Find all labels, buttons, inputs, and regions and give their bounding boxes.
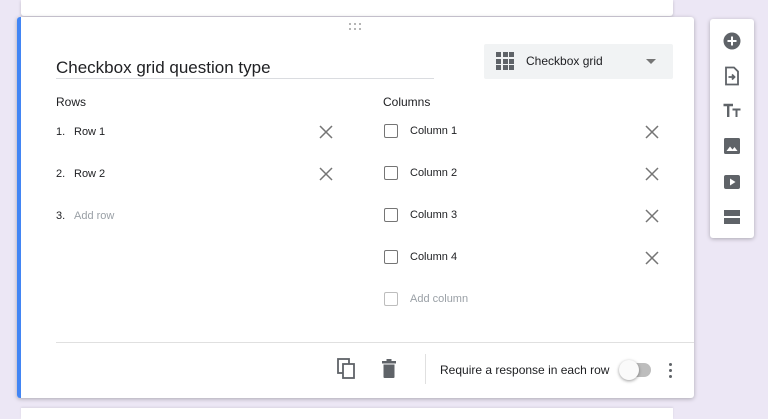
require-response-label: Require a response in each row <box>440 363 610 377</box>
checkbox-icon <box>384 292 398 306</box>
footer-separator <box>425 354 426 384</box>
add-section-icon[interactable] <box>722 207 742 227</box>
checkbox-icon <box>384 250 398 264</box>
checkbox-icon <box>384 208 398 222</box>
import-questions-icon[interactable] <box>722 66 742 86</box>
drag-handle-icon[interactable] <box>349 23 365 33</box>
column-label-input[interactable]: Column 4 <box>410 249 457 265</box>
add-column-item[interactable]: Add column <box>384 291 644 313</box>
row-number: 2. <box>56 168 66 180</box>
add-column-input[interactable]: Add column <box>410 291 468 307</box>
title-underline <box>56 78 434 79</box>
remove-column-close-icon[interactable] <box>644 250 660 266</box>
add-row-item[interactable]: 3. Add row <box>56 205 336 227</box>
toggle-thumb <box>619 360 639 380</box>
column-item[interactable]: Column 3 <box>384 207 644 229</box>
add-row-input[interactable]: Add row <box>74 208 114 224</box>
row-item[interactable]: 1. Row 1 <box>56 121 336 143</box>
more-options-icon[interactable] <box>667 361 675 379</box>
column-label-input[interactable]: Column 2 <box>410 165 457 181</box>
footer-divider <box>56 342 694 343</box>
remove-row-close-icon[interactable] <box>318 166 334 182</box>
grid-icon <box>496 52 514 70</box>
duplicate-icon[interactable] <box>337 358 357 380</box>
row-label-input[interactable]: Row 1 <box>74 124 105 140</box>
checkbox-icon <box>384 124 398 138</box>
row-label-input[interactable]: Row 2 <box>74 166 105 182</box>
add-title-icon[interactable] <box>722 101 742 121</box>
row-item[interactable]: 2. Row 2 <box>56 163 336 185</box>
delete-trash-icon[interactable] <box>381 359 401 381</box>
checkbox-icon <box>384 166 398 180</box>
remove-column-close-icon[interactable] <box>644 124 660 140</box>
active-card-accent <box>17 17 21 398</box>
rows-heading: Rows <box>56 95 87 109</box>
column-item[interactable]: Column 4 <box>384 249 644 271</box>
row-number: 1. <box>56 126 66 138</box>
require-response-toggle[interactable] <box>619 360 651 380</box>
add-question-icon[interactable] <box>722 31 742 51</box>
floating-toolbar <box>710 19 754 238</box>
previous-question-card <box>21 0 673 16</box>
add-video-icon[interactable] <box>722 172 742 192</box>
column-item[interactable]: Column 2 <box>384 165 644 187</box>
remove-row-close-icon[interactable] <box>318 124 334 140</box>
columns-heading: Columns <box>383 95 431 109</box>
remove-column-close-icon[interactable] <box>644 166 660 182</box>
column-item[interactable]: Column 1 <box>384 123 644 145</box>
question-card[interactable]: Checkbox grid question type Checkbox gri… <box>17 17 694 398</box>
question-title-input[interactable]: Checkbox grid question type <box>56 56 434 80</box>
column-label-input[interactable]: Column 3 <box>410 207 457 223</box>
column-label-input[interactable]: Column 1 <box>410 123 457 139</box>
next-question-card <box>21 408 673 419</box>
chevron-down-icon <box>646 59 656 64</box>
row-number: 3. <box>56 210 66 222</box>
remove-column-close-icon[interactable] <box>644 208 660 224</box>
question-type-label: Checkbox grid <box>526 54 603 68</box>
add-image-icon[interactable] <box>722 136 742 156</box>
question-type-dropdown[interactable]: Checkbox grid <box>484 44 673 79</box>
